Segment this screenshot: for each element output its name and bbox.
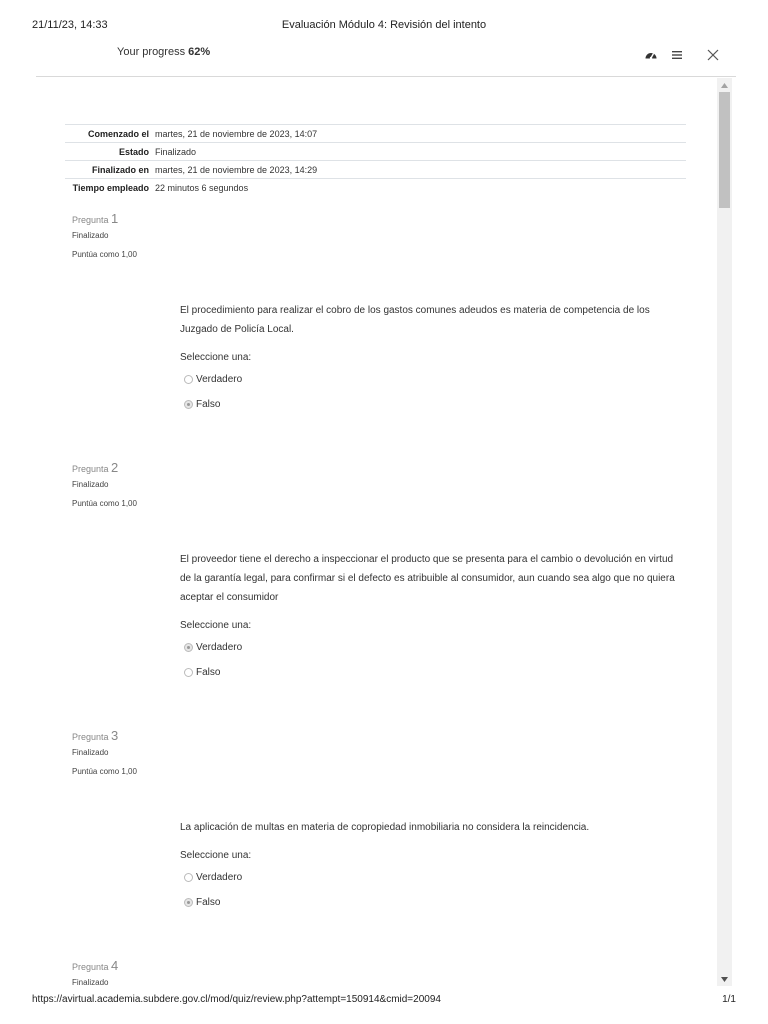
- print-url: https://avirtual.academia.subdere.gov.cl…: [32, 994, 441, 1005]
- close-icon[interactable]: [706, 48, 720, 62]
- scroll-down-arrow-icon[interactable]: [717, 972, 732, 986]
- dashboard-icon[interactable]: [644, 48, 658, 62]
- summary-row-time-taken: Tiempo empleado 22 minutos 6 segundos: [65, 179, 686, 197]
- vertical-scrollbar[interactable]: [717, 78, 732, 986]
- answer-prompt: Seleccione una:: [180, 850, 252, 861]
- question-number: Pregunta 2: [72, 460, 137, 476]
- scrollbar-thumb[interactable]: [719, 92, 730, 208]
- scroll-up-arrow-icon[interactable]: [717, 78, 732, 92]
- question-number: Pregunta 1: [72, 211, 137, 227]
- answer-options: Verdadero Falso: [180, 865, 680, 915]
- question-text: El procedimiento para realizar el cobro …: [180, 305, 650, 335]
- radio-checked-icon[interactable]: [184, 898, 193, 907]
- answer-option-verdadero[interactable]: Verdadero: [180, 367, 680, 392]
- question-state: Finalizado: [72, 480, 109, 489]
- print-page-title: Evaluación Módulo 4: Revisión del intent…: [281, 19, 487, 31]
- option-label: Falso: [196, 667, 221, 678]
- radio-checked-icon[interactable]: [184, 400, 193, 409]
- answer-option-verdadero[interactable]: Verdadero: [180, 635, 680, 660]
- question-grade: Puntúa como 1,00: [72, 250, 137, 259]
- answer-prompt: Seleccione una:: [180, 352, 252, 363]
- top-toolbar: [644, 46, 720, 64]
- question-info-2: Pregunta 2 Finalizado Puntúa como 1,00: [72, 460, 137, 508]
- question-prefix: Pregunta: [72, 464, 109, 474]
- answer-option-falso[interactable]: Falso: [180, 392, 680, 417]
- option-label: Falso: [196, 399, 221, 410]
- question-prefix: Pregunta: [72, 732, 109, 742]
- answer-option-falso[interactable]: Falso: [180, 660, 680, 685]
- radio-unchecked-icon[interactable]: [184, 668, 193, 677]
- question-grade: Puntúa como 1,00: [72, 499, 137, 508]
- progress-label: Your progress: [117, 46, 186, 58]
- summary-value: martes, 21 de noviembre de 2023, 14:07: [155, 128, 318, 139]
- question-content-2: El proveedor tiene el derecho a inspecci…: [180, 550, 680, 685]
- summary-row-started: Comenzado el martes, 21 de noviembre de …: [65, 125, 686, 143]
- summary-label: Tiempo empleado: [72, 183, 149, 193]
- question-prefix: Pregunta: [72, 962, 109, 972]
- question-number: Pregunta 4: [72, 958, 118, 974]
- question-text: El proveedor tiene el derecho a inspecci…: [180, 554, 675, 603]
- answer-option-verdadero[interactable]: Verdadero: [180, 865, 680, 890]
- print-page-number: 1/1: [722, 994, 736, 1005]
- radio-checked-icon[interactable]: [184, 643, 193, 652]
- question-info-1: Pregunta 1 Finalizado Puntúa como 1,00: [72, 211, 137, 259]
- question-prefix: Pregunta: [72, 215, 109, 225]
- question-number-value: 3: [111, 728, 119, 743]
- summary-value: Finalizado: [155, 146, 197, 157]
- question-info-3: Pregunta 3 Finalizado Puntúa como 1,00: [72, 728, 137, 776]
- attempt-summary-table: Comenzado el martes, 21 de noviembre de …: [65, 124, 686, 197]
- summary-label: Comenzado el: [87, 128, 149, 139]
- question-number: Pregunta 3: [72, 728, 137, 744]
- progress-indicator: Your progress 62%: [117, 46, 210, 58]
- summary-label: Estado: [118, 146, 149, 157]
- summary-row-finished: Finalizado en martes, 21 de noviembre de…: [65, 161, 686, 179]
- question-content-1: El procedimiento para realizar el cobro …: [180, 301, 680, 417]
- radio-unchecked-icon[interactable]: [184, 873, 193, 882]
- radio-unchecked-icon[interactable]: [184, 375, 193, 384]
- question-state: Finalizado: [72, 748, 109, 757]
- option-label: Falso: [196, 897, 221, 908]
- print-header: 21/11/23, 14:33 Evaluación Módulo 4: Rev…: [32, 19, 736, 33]
- option-label: Verdadero: [196, 374, 243, 385]
- answer-option-falso[interactable]: Falso: [180, 890, 680, 915]
- question-content-3: La aplicación de multas en materia de co…: [180, 818, 680, 915]
- answer-options: Verdadero Falso: [180, 635, 680, 685]
- answer-prompt: Seleccione una:: [180, 620, 252, 631]
- answer-options: Verdadero Falso: [180, 367, 680, 417]
- question-text: La aplicación de multas en materia de co…: [180, 822, 590, 833]
- summary-row-state: Estado Finalizado: [65, 143, 686, 161]
- print-footer: https://avirtual.academia.subdere.gov.cl…: [32, 994, 736, 1008]
- question-state: Finalizado: [72, 978, 109, 986]
- question-number-value: 4: [111, 958, 119, 973]
- option-label: Verdadero: [196, 642, 243, 653]
- question-info-4: Pregunta 4 Finalizado: [72, 958, 118, 986]
- summary-value: 22 minutos 6 segundos: [155, 183, 249, 193]
- question-state: Finalizado: [72, 231, 109, 240]
- summary-label: Finalizado en: [91, 164, 149, 175]
- header-divider: [36, 76, 736, 77]
- progress-value: 62%: [188, 46, 211, 58]
- option-label: Verdadero: [196, 872, 243, 883]
- question-grade: Puntúa como 1,00: [72, 767, 137, 776]
- question-number-value: 2: [111, 460, 119, 475]
- hamburger-menu-icon[interactable]: [670, 48, 684, 62]
- summary-value: martes, 21 de noviembre de 2023, 14:29: [155, 164, 318, 175]
- question-number-value: 1: [111, 211, 119, 226]
